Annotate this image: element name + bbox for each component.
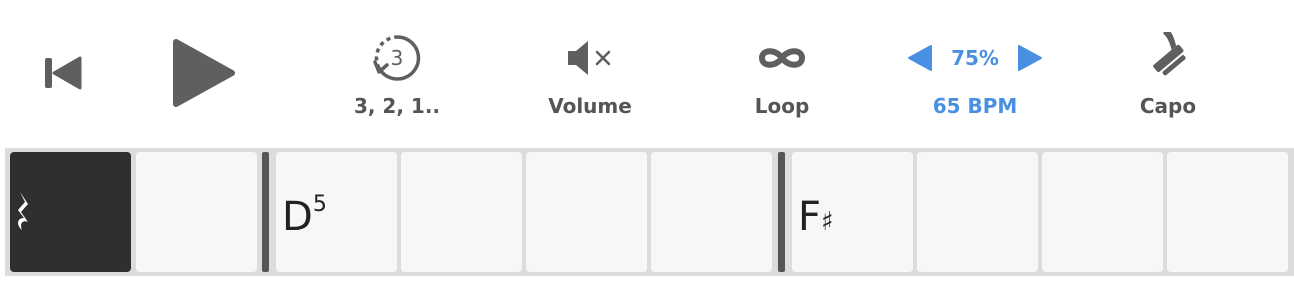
- beat-cell[interactable]: [651, 152, 772, 272]
- quarter-rest-icon: [18, 192, 28, 230]
- chord-accidental: ♯: [821, 207, 834, 237]
- chord-root: F: [798, 194, 822, 240]
- beat-cell-active[interactable]: [10, 152, 131, 272]
- countdown-number: 3: [391, 46, 404, 70]
- beat-cell[interactable]: F♯: [792, 152, 913, 272]
- bpm-label: 65 BPM: [932, 94, 1018, 118]
- chord-track: D5 F♯: [5, 148, 1294, 276]
- skip-back-button[interactable]: [38, 50, 84, 96]
- loop-button[interactable]: Loop: [742, 30, 822, 118]
- tempo-percent: 75%: [951, 46, 999, 70]
- capo-button[interactable]: Capo: [1128, 30, 1208, 118]
- beat-cell[interactable]: [526, 152, 647, 272]
- tempo-increase-button[interactable]: [1015, 43, 1045, 73]
- countdown-icon: 3: [373, 35, 421, 81]
- chord-symbol: F♯: [798, 194, 834, 240]
- beat-cell[interactable]: [1167, 152, 1288, 272]
- volume-label: Volume: [548, 94, 632, 118]
- count-in-label: 3, 2, 1..: [353, 94, 441, 118]
- beat-cell[interactable]: D5: [276, 152, 397, 272]
- play-button[interactable]: [168, 38, 238, 108]
- chord-root: D: [282, 194, 313, 240]
- play-icon: [173, 39, 235, 107]
- chord-extension: 5: [312, 192, 327, 217]
- barline: [262, 152, 269, 272]
- triangle-right-icon: [1018, 45, 1042, 71]
- capo-icon: [1153, 32, 1186, 76]
- triangle-left-icon: [908, 45, 932, 71]
- transport-toolbar: 3 3, 2, 1.. Volume Loop 75% 65 BPM Capo: [0, 0, 1294, 140]
- infinity-icon: [758, 48, 806, 68]
- beat-cell[interactable]: [136, 152, 257, 272]
- tempo-control: 75% 65 BPM: [900, 30, 1050, 118]
- chord-symbol: D5: [282, 192, 327, 240]
- barline: [778, 152, 785, 272]
- beat-cell[interactable]: [1042, 152, 1163, 272]
- count-in-button[interactable]: 3 3, 2, 1..: [350, 30, 444, 118]
- skip-back-icon: [45, 56, 82, 90]
- beat-cell[interactable]: [917, 152, 1038, 272]
- beat-cell[interactable]: [401, 152, 522, 272]
- muted-speaker-icon: [568, 41, 611, 75]
- capo-label: Capo: [1139, 94, 1197, 118]
- loop-label: Loop: [754, 94, 810, 118]
- tempo-decrease-button[interactable]: [905, 43, 935, 73]
- volume-button[interactable]: Volume: [540, 30, 640, 118]
